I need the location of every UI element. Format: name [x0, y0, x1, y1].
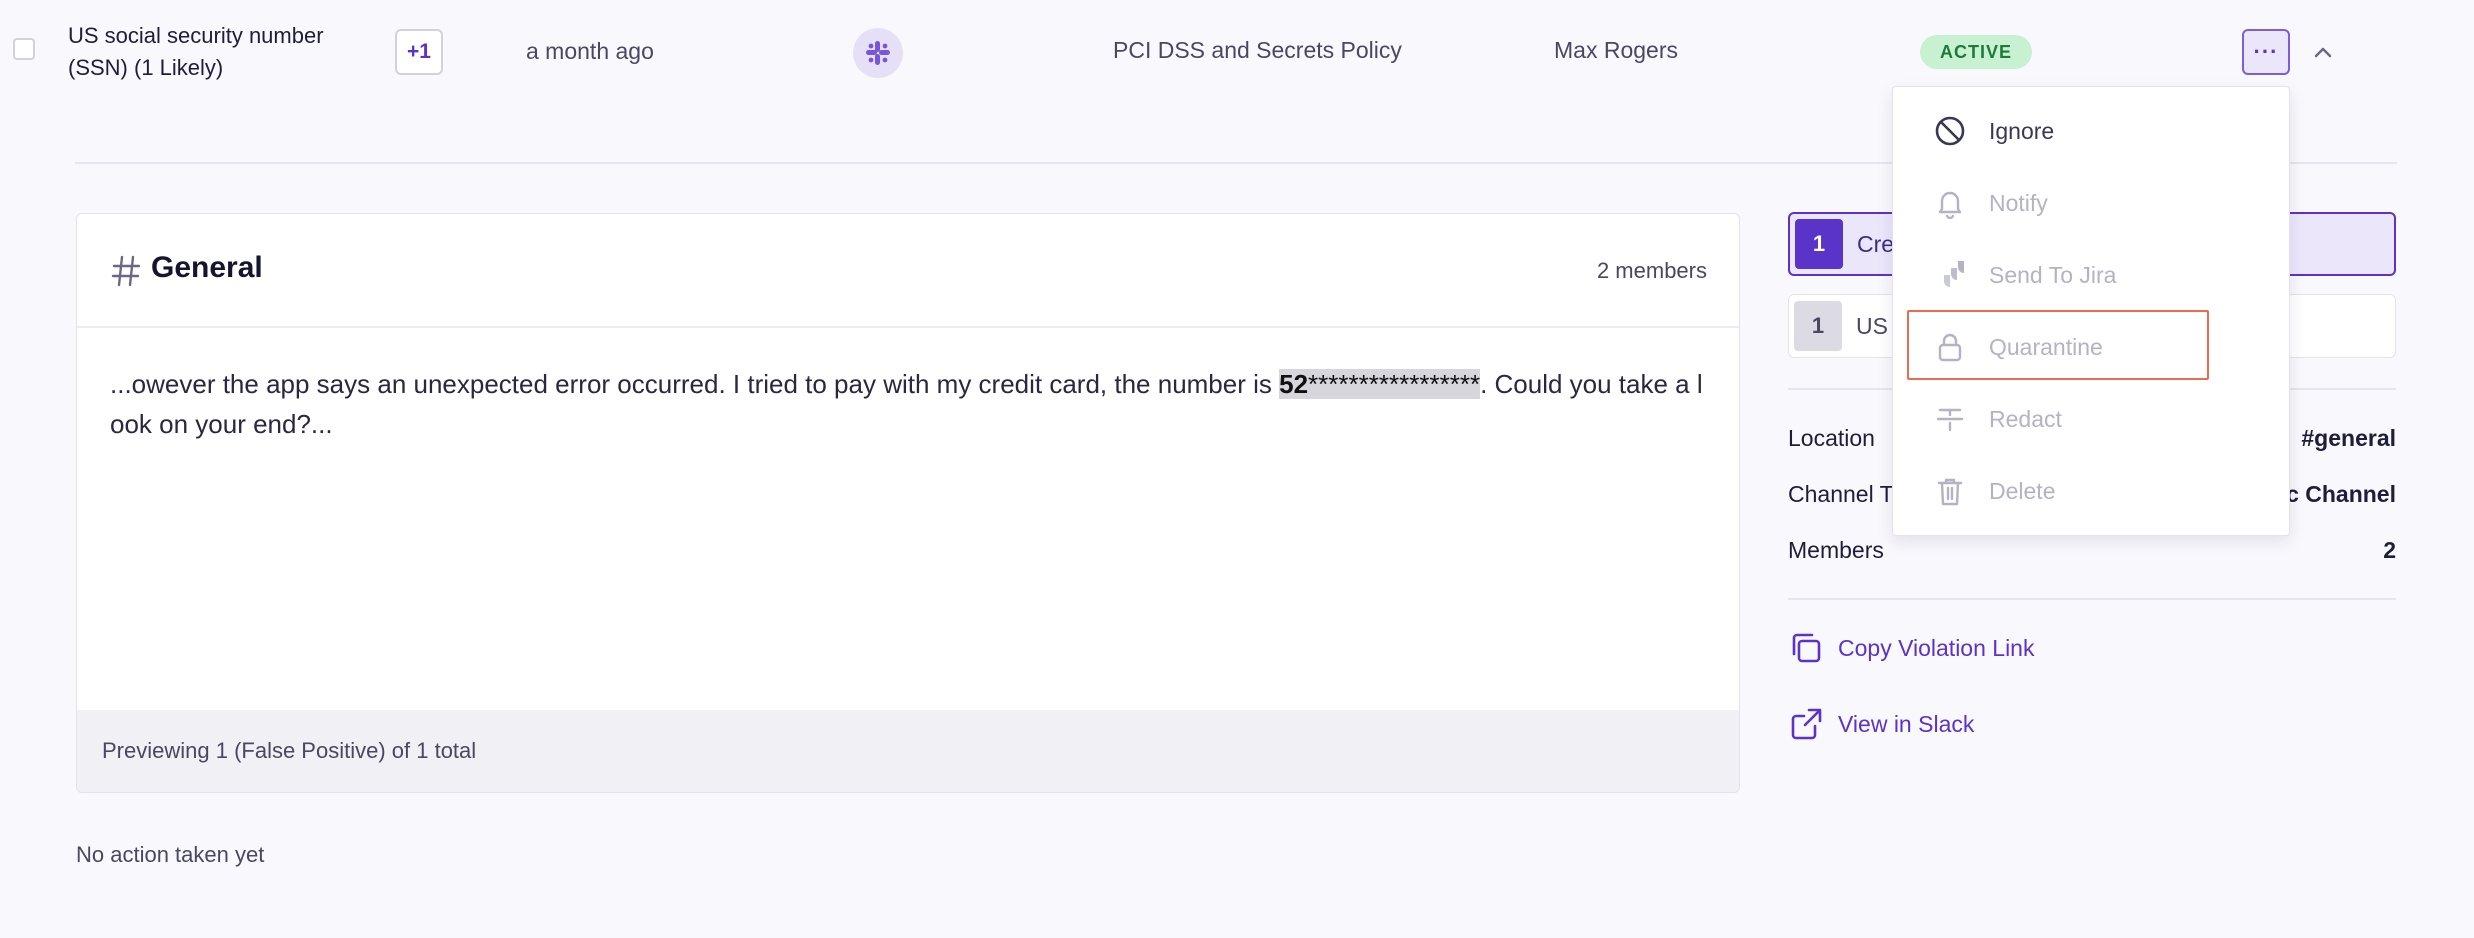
meta-key: Channel T	[1788, 481, 1894, 507]
status-badge: ACTIVE	[1920, 35, 2033, 69]
slack-icon	[853, 28, 903, 78]
meta-key: Members	[1788, 537, 1884, 563]
menu-label: Ignore	[1989, 117, 2055, 144]
meta-value: c Channel	[2286, 481, 2396, 507]
policy-name: PCI DSS and Secrets Policy	[1113, 37, 1402, 63]
match-label: US	[1856, 312, 1888, 339]
more-actions-button[interactable]: ···	[2242, 29, 2290, 75]
strikethrough-icon	[1933, 402, 1967, 436]
meta-value: 2	[2383, 537, 2396, 563]
chevron-up-icon[interactable]	[2308, 37, 2338, 67]
jira-icon	[1933, 258, 1967, 292]
menu-item-quarantine[interactable]: Quarantine	[1933, 325, 2103, 369]
view-in-slack-link[interactable]: View in Slack	[1788, 706, 1974, 742]
row-select-checkbox[interactable]	[13, 38, 35, 60]
trash-icon	[1933, 474, 1967, 508]
match-count: 1	[1795, 219, 1843, 269]
member-count: 2 members	[1596, 258, 1707, 283]
panel-divider	[1788, 598, 2396, 600]
meta-value: #general	[2301, 425, 2396, 451]
bell-icon	[1933, 186, 1967, 220]
menu-label: Delete	[1989, 477, 2056, 504]
menu-label: Quarantine	[1989, 333, 2103, 360]
message-text: ...owever the app says an unexpected err…	[110, 364, 1710, 444]
menu-item-redact[interactable]: Redact	[1933, 397, 2062, 441]
menu-label: Send To Jira	[1989, 261, 2117, 288]
masked-stars: *****************	[1308, 369, 1481, 399]
match-count: 1	[1794, 301, 1842, 351]
meta-row-members: Members 2	[1788, 537, 2396, 564]
menu-label: Notify	[1989, 189, 2048, 216]
violation-title: US social security number (SSN) (1 Likel…	[68, 23, 324, 80]
copy-link-label: Copy Violation Link	[1838, 634, 2035, 661]
message-text-before: ...owever the app says an unexpected err…	[110, 369, 1280, 399]
hash-icon	[111, 255, 141, 287]
masked-value: 52*****************	[1279, 369, 1481, 399]
menu-item-ignore[interactable]: Ignore	[1933, 109, 2054, 153]
menu-item-delete[interactable]: Delete	[1933, 469, 2055, 513]
view-slack-label: View in Slack	[1838, 710, 1975, 737]
message-card: General 2 members ...owever the app says…	[76, 213, 1740, 793]
actions-dropdown: Ignore Notify Send To Jira Quarantine Re…	[1892, 86, 2290, 536]
violation-time: a month ago	[526, 38, 654, 64]
card-header: General 2 members	[77, 214, 1739, 328]
meta-key: Location	[1788, 425, 1875, 451]
menu-label: Redact	[1989, 405, 2062, 432]
external-link-icon	[1791, 708, 1822, 740]
action-status: No action taken yet	[76, 842, 265, 867]
lock-icon	[1933, 330, 1967, 364]
menu-item-send-to-jira[interactable]: Send To Jira	[1933, 253, 2116, 297]
channel-name: General	[151, 251, 263, 284]
copy-icon	[1792, 633, 1821, 663]
menu-item-notify[interactable]: Notify	[1933, 181, 2048, 225]
ban-icon	[1933, 114, 1967, 148]
additional-types-badge[interactable]: +1	[395, 29, 443, 75]
copy-violation-link[interactable]: Copy Violation Link	[1788, 630, 2034, 666]
owner-name: Max Rogers	[1554, 37, 1678, 63]
ellipsis-icon: ···	[2253, 39, 2279, 64]
match-label: Cre	[1857, 230, 1895, 257]
masked-prefix: 52	[1279, 369, 1309, 399]
preview-footer: Previewing 1 (False Positive) of 1 total	[77, 710, 1739, 792]
